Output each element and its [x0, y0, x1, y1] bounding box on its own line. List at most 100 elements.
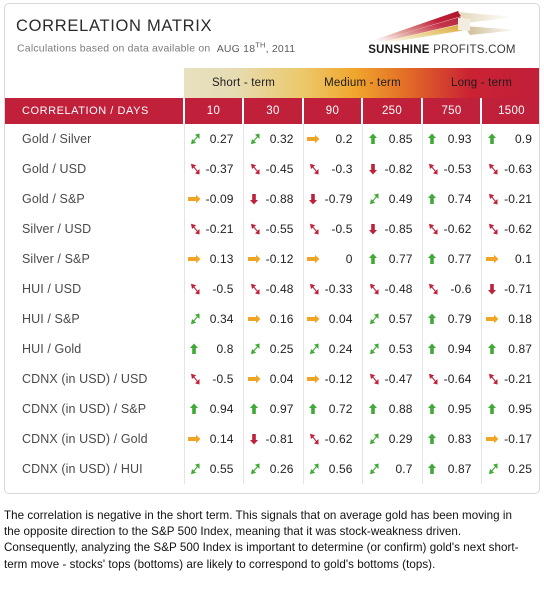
correlation-cell: -0.62: [480, 214, 539, 244]
correlation-value: -0.48: [265, 282, 294, 296]
date-main: AUG 18: [216, 42, 256, 55]
footnote-text: The correlation is negative in the short…: [4, 509, 519, 571]
cell-content: -0.5: [185, 372, 243, 386]
correlation-value: 0.9: [515, 132, 532, 146]
correlation-value: -0.64: [443, 372, 472, 386]
correlation-value: 0.87: [447, 462, 472, 476]
correlation-cell: -0.12: [302, 364, 362, 394]
cell-content: -0.71: [482, 282, 540, 296]
cell-content: 0.32: [244, 132, 303, 146]
correlation-value: -0.21: [205, 222, 234, 236]
cell-content: 0.94: [423, 342, 481, 356]
down-right-red-arrow-icon: [309, 433, 318, 445]
date-ordinal-suffix: TH: [255, 40, 266, 49]
correlation-cell: -0.53: [421, 154, 481, 184]
correlation-cell: 0.57: [361, 304, 422, 334]
table-row: HUI / USD -0.5 -0.48 -0.33 -0.48 -0.6 -0.71: [5, 274, 540, 304]
cell-content: 0.83: [423, 432, 481, 446]
logo-rays-icon: [374, 11, 518, 43]
correlation-value: -0.5: [212, 282, 234, 296]
cell-content: 0.79: [423, 312, 481, 326]
correlation-cell: -0.62: [421, 214, 481, 244]
table-row: Gold / Silver 0.27 0.32 0.2 0.85 0.93 0.9: [5, 124, 540, 154]
cell-content: -0.85: [363, 222, 422, 236]
logo-wordmark-bold: SUNSHINE: [368, 44, 430, 56]
correlation-cell: 0.2: [302, 124, 362, 154]
cell-content: 0.87: [423, 462, 481, 476]
down-red-arrow-icon: [249, 434, 258, 445]
correlation-value: 0.25: [508, 462, 532, 476]
correlation-value: -0.81: [265, 432, 294, 446]
correlation-cell: -0.21: [480, 184, 539, 214]
correlation-cell: 0.97: [242, 394, 303, 424]
right-orange-arrow-icon: [187, 254, 200, 264]
correlation-cell: 0.14: [183, 424, 243, 454]
cell-content: 0.1: [482, 252, 540, 266]
correlation-cell: 0.27: [183, 124, 243, 154]
cell-content: 0.9: [482, 132, 540, 146]
column-header-750[interactable]: 750: [421, 98, 481, 124]
down-red-arrow-icon: [488, 284, 496, 295]
correlation-value: 0.79: [447, 312, 472, 326]
correlation-cell: -0.5: [302, 214, 362, 244]
cell-content: 0.77: [423, 252, 481, 266]
correlation-value: -0.3: [331, 162, 353, 176]
correlation-value: 0.14: [209, 432, 234, 446]
cell-content: 0.57: [363, 312, 422, 326]
correlation-value: -0.12: [265, 252, 294, 266]
correlation-value: -0.5: [331, 222, 353, 236]
sunshine-profits-logo: SUNSHINE PROFITS.COM: [354, 8, 530, 64]
correlation-value: -0.62: [324, 432, 353, 446]
matrix-card: CORRELATION MATRIX Calculations based on…: [4, 3, 540, 494]
cell-content: -0.62: [304, 432, 362, 446]
up-right-green-arrow-icon: [190, 463, 199, 475]
down-right-red-arrow-icon: [369, 373, 378, 385]
card-header: CORRELATION MATRIX Calculations based on…: [5, 4, 539, 67]
down-right-red-arrow-icon: [428, 223, 437, 235]
column-header-30[interactable]: 30: [242, 98, 303, 124]
down-right-red-arrow-icon: [489, 193, 498, 205]
correlation-cell: -0.55: [242, 214, 303, 244]
cell-content: 0.97: [244, 402, 303, 416]
correlation-cell: -0.45: [242, 154, 303, 184]
cell-content: 0.95: [423, 402, 481, 416]
down-right-red-arrow-icon: [489, 163, 498, 175]
cell-content: 0.8: [185, 342, 243, 356]
down-right-red-arrow-icon: [309, 223, 318, 235]
correlation-value: -0.62: [504, 222, 532, 236]
column-header-1500[interactable]: 1500: [480, 98, 539, 124]
right-orange-arrow-icon: [247, 374, 260, 384]
cell-content: -0.17: [482, 432, 540, 446]
correlation-value: 0.8: [216, 342, 234, 356]
correlation-value: 0.2: [335, 132, 353, 146]
correlation-cell: 0.04: [242, 364, 303, 394]
column-header-90[interactable]: 90: [302, 98, 362, 124]
correlation-cell: 0.87: [480, 334, 539, 364]
up-right-green-arrow-icon: [369, 463, 378, 475]
correlation-cell: 0.94: [183, 394, 243, 424]
cell-content: 0.88: [363, 402, 422, 416]
correlation-cell: -0.63: [480, 154, 539, 184]
cell-content: -0.64: [423, 372, 481, 386]
logo-wordmark-rest: PROFITS.COM: [429, 44, 516, 56]
correlation-value: -0.12: [324, 372, 353, 386]
up-right-green-arrow-icon: [190, 133, 199, 145]
correlation-value: 0: [345, 252, 353, 266]
row-label: HUI / USD: [22, 282, 82, 296]
column-header-250[interactable]: 250: [361, 98, 422, 124]
correlation-cell: 0.53: [361, 334, 422, 364]
correlation-cell: -0.5: [183, 274, 243, 304]
table-row: HUI / Gold 0.8 0.25 0.24 0.53 0.94 0.87: [5, 334, 539, 364]
cell-content: 0.77: [363, 252, 422, 266]
row-label: CDNX (in USD) / Gold: [22, 432, 148, 446]
correlation-cell: 0.26: [242, 454, 303, 484]
correlation-cell: -0.21: [183, 214, 243, 244]
up-right-green-arrow-icon: [369, 433, 378, 445]
correlation-cell: 0.18: [480, 304, 540, 334]
correlation-value: -0.45: [265, 162, 294, 176]
right-orange-arrow-icon: [486, 314, 499, 324]
cell-content: 0.18: [482, 312, 540, 326]
correlation-cell: 0.16: [242, 304, 303, 334]
column-header-10[interactable]: 10: [183, 98, 243, 124]
down-right-red-arrow-icon: [309, 283, 318, 295]
